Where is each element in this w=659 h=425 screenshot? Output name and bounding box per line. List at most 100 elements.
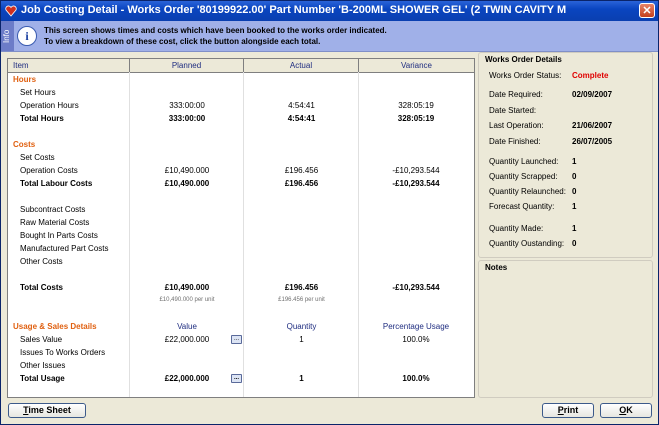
works-order-details-group: Works Order Details Works Order Status: …	[478, 52, 653, 258]
info-text-line-2: To view a breakdown of these cost, click…	[44, 37, 321, 46]
usage-header-value: Value	[177, 322, 197, 331]
title-bar[interactable]: Job Costing Detail - Works Order '801999…	[1, 1, 658, 21]
time-sheet-button[interactable]: Time Sheet	[8, 403, 86, 418]
column-header-planned[interactable]: Planned	[130, 59, 244, 72]
variance-value: -£10,293.544	[392, 179, 440, 188]
qty-made-value: 1	[572, 224, 577, 233]
table-row[interactable]: Other Costs	[8, 255, 474, 268]
actual-per-unit: £196.456 per unit	[278, 297, 325, 303]
table-row-total[interactable]: Total Hours 333:00:00 4:54:41 328:05:19	[8, 112, 474, 125]
status-value: Complete	[572, 71, 609, 80]
section-title: Usage & Sales Details	[13, 322, 97, 331]
costing-grid[interactable]: Item Planned Actual Variance Hours Set H…	[7, 58, 475, 398]
planned-per-unit: £10,490.000 per unit	[159, 297, 215, 303]
qty-launched-value: 1	[572, 157, 577, 166]
section-usage: Usage & Sales Details Value Quantity Per…	[8, 320, 474, 333]
date-finished-value: 26/07/2005	[572, 137, 613, 146]
actual-value: 4:54:41	[287, 114, 316, 123]
planned-value: 333:00:00	[169, 101, 205, 110]
qty-scrapped-value: 0	[572, 172, 577, 181]
info-text-line-1: This screen shows times and costs which …	[44, 26, 387, 35]
row-label: Manufactured Part Costs	[20, 244, 109, 253]
total-usage-ellipsis-button[interactable]: ...	[231, 374, 242, 383]
table-row-total[interactable]: Total Usage £22,000.000 ... 1 100.0%	[8, 372, 474, 385]
column-header-actual[interactable]: Actual	[244, 59, 359, 72]
row-label: Operation Costs	[20, 166, 78, 175]
row-label: Total Costs	[20, 283, 63, 292]
notes-title: Notes	[485, 263, 508, 272]
table-row[interactable]: Operation Costs £10,490.000 £196.456 -£1…	[8, 164, 474, 177]
usage-header-quantity: Quantity	[286, 322, 317, 331]
date-started-label: Date Started:	[489, 106, 537, 115]
qty-relaunched-label: Quantity Relaunched:	[489, 187, 566, 196]
variance-value: 328:05:19	[398, 101, 434, 110]
app-heart-icon	[5, 5, 17, 17]
grid-header: Item Planned Actual Variance	[8, 59, 474, 73]
table-row[interactable]: Operation Hours 333:00:00 4:54:41 328:05…	[8, 99, 474, 112]
table-row-total[interactable]: Total Labour Costs £10,490.000 £196.456 …	[8, 177, 474, 190]
table-row[interactable]: Sales Value £22,000.000 ... 1 100.0%	[8, 333, 474, 346]
print-label: rint	[563, 405, 579, 415]
sales-quantity: 1	[299, 335, 304, 344]
table-row-total[interactable]: Total Costs £10,490.000 £196.456 -£10,29…	[8, 281, 474, 294]
qty-outstanding-value: 0	[572, 239, 577, 248]
table-row[interactable]: Bought In Parts Costs	[8, 229, 474, 242]
row-label: Operation Hours	[20, 101, 79, 110]
info-side-label: Info	[2, 29, 11, 43]
ok-label: K	[626, 405, 633, 415]
works-order-details-title: Works Order Details	[485, 55, 562, 64]
qty-outstanding-label: Quantity Oustanding:	[489, 239, 565, 248]
date-required-label: Date Required:	[489, 90, 543, 99]
row-label: Issues To Works Orders	[20, 348, 106, 357]
section-hours: Hours	[8, 73, 474, 86]
job-costing-window: Job Costing Detail - Works Order '801999…	[0, 0, 659, 425]
total-usage-percentage: 100.0%	[402, 374, 430, 383]
column-header-variance[interactable]: Variance	[359, 59, 474, 72]
table-row[interactable]: Set Hours	[8, 86, 474, 99]
row-label: Set Hours	[20, 88, 56, 97]
print-button[interactable]: Print	[542, 403, 594, 418]
row-label: Total Hours	[20, 114, 64, 123]
table-row[interactable]: Other Issues	[8, 359, 474, 372]
last-operation-value: 21/06/2007	[572, 121, 613, 130]
ok-button[interactable]: OK	[600, 403, 652, 418]
actual-value: £196.456	[284, 179, 319, 188]
table-row[interactable]: Raw Material Costs	[8, 216, 474, 229]
actual-value: £196.456	[284, 283, 319, 292]
planned-value: £10,490.000	[164, 166, 210, 175]
total-usage-quantity: 1	[299, 374, 304, 383]
info-icon: i	[17, 26, 37, 46]
table-row[interactable]: Set Costs	[8, 151, 474, 164]
row-label: Bought In Parts Costs	[20, 231, 98, 240]
close-button[interactable]: ✕	[639, 3, 655, 18]
info-side-tab: Info	[1, 21, 14, 51]
usage-header-percentage: Percentage Usage	[382, 322, 450, 331]
sales-value-ellipsis-button[interactable]: ...	[231, 335, 242, 344]
table-row[interactable]: Issues To Works Orders	[8, 346, 474, 359]
variance-value: 328:05:19	[397, 114, 435, 123]
table-row[interactable]: Subcontract Costs	[8, 203, 474, 216]
qty-made-label: Quantity Made:	[489, 224, 544, 233]
sales-percentage: 100.0%	[402, 335, 430, 344]
column-header-item[interactable]: Item	[8, 59, 130, 72]
row-label: Subcontract Costs	[20, 205, 86, 214]
notes-group[interactable]: Notes	[478, 260, 653, 398]
actual-value: 4:54:41	[288, 101, 315, 110]
row-label: Total Usage	[20, 374, 65, 383]
forecast-qty-label: Forecast Quantity:	[489, 202, 555, 211]
per-unit-row: £10,490.000 per unit £196.456 per unit	[8, 294, 474, 307]
variance-value: -£10,293.544	[392, 166, 440, 175]
table-row[interactable]: Manufactured Part Costs	[8, 242, 474, 255]
date-finished-label: Date Finished:	[489, 137, 541, 146]
row-label: Other Issues	[20, 361, 66, 370]
row-label: Other Costs	[20, 257, 63, 266]
section-title: Costs	[13, 140, 36, 149]
actual-value: £196.456	[284, 166, 319, 175]
forecast-qty-value: 1	[572, 202, 577, 211]
qty-scrapped-label: Quantity Scrapped:	[489, 172, 558, 181]
time-sheet-label: ime Sheet	[28, 405, 71, 415]
info-bar: Info i This screen shows times and costs…	[1, 21, 658, 52]
row-label: Raw Material Costs	[20, 218, 90, 227]
planned-value: £10,490.000	[164, 283, 210, 292]
last-operation-label: Last Operation:	[489, 121, 544, 130]
